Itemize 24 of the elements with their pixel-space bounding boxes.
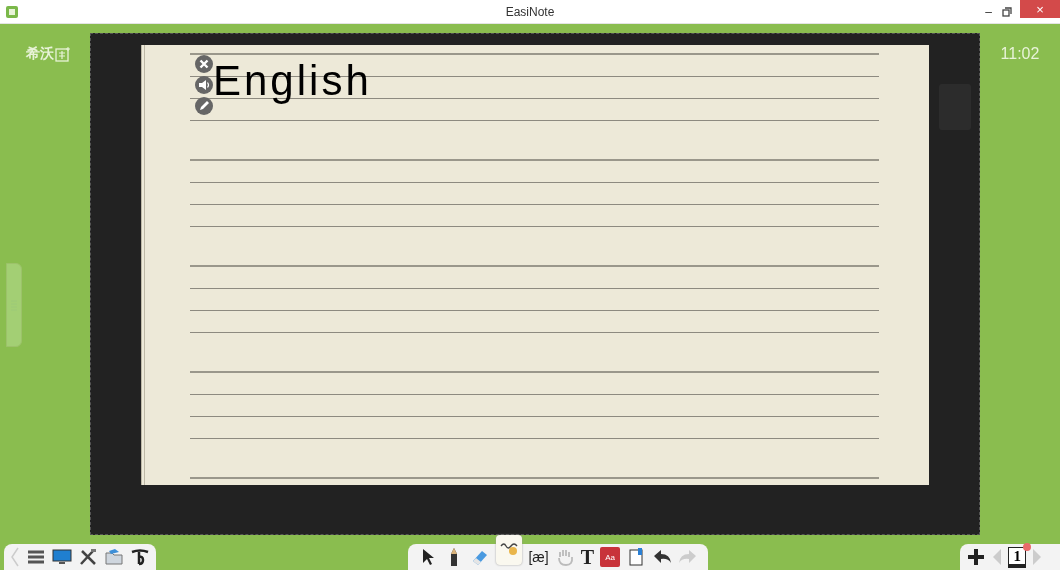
folder-icon[interactable] — [104, 547, 124, 567]
window-title: EasiNote — [505, 4, 555, 19]
close-button[interactable]: × — [1020, 0, 1060, 18]
plus-icon[interactable] — [966, 547, 987, 567]
restore-icon[interactable] — [1002, 6, 1012, 17]
app-icon — [6, 5, 18, 18]
pencil-icon[interactable] — [195, 97, 213, 115]
pen-stroke-icon[interactable] — [130, 547, 150, 567]
monitor-icon[interactable] — [52, 547, 72, 567]
page-number[interactable]: 1 — [1008, 546, 1026, 568]
notification-dot-icon — [1023, 542, 1031, 551]
english-word: English — [213, 58, 372, 105]
clock: 11:02 — [1000, 45, 1040, 64]
logo-text: 希沃 — [26, 45, 54, 63]
text-tool-button[interactable]: T — [580, 545, 595, 569]
close-icon[interactable] — [195, 55, 213, 73]
speaker-icon[interactable] — [195, 76, 213, 94]
minimize-button[interactable]: – — [983, 0, 994, 23]
handwriting-button[interactable] — [496, 535, 523, 565]
dictionary-button[interactable]: Aa — [600, 547, 621, 567]
side-panel-handle[interactable] — [6, 263, 22, 347]
phonetic-button[interactable]: [æ] — [528, 549, 549, 565]
tools-icon[interactable] — [78, 547, 98, 567]
logo-icon — [55, 46, 71, 62]
